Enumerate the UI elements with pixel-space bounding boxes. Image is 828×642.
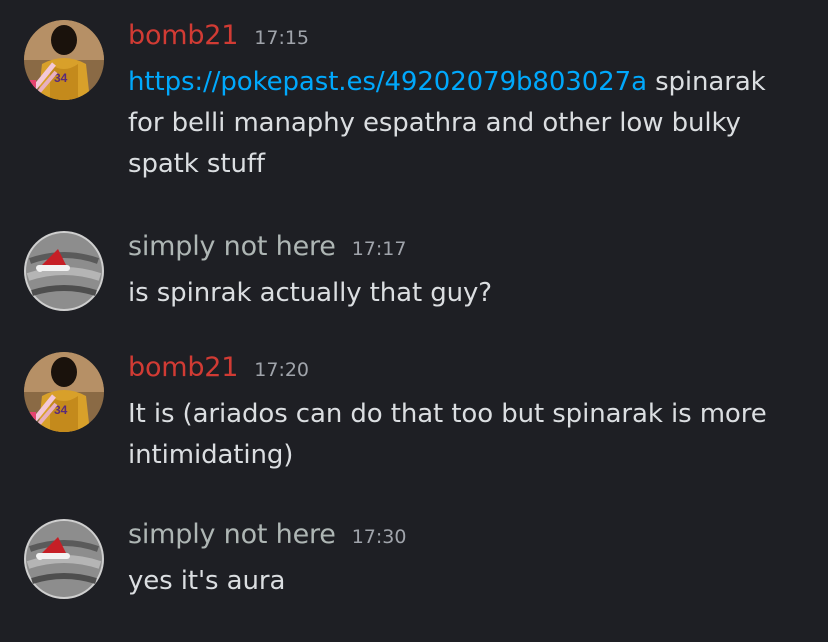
santa-hat-avatar-icon bbox=[24, 231, 104, 311]
user-avatar[interactable] bbox=[24, 231, 104, 311]
basketball-player-avatar-icon: 34 bbox=[24, 352, 104, 432]
timestamp[interactable]: 17:20 bbox=[254, 359, 309, 381]
basketball-player-avatar-icon: 34 bbox=[24, 20, 104, 100]
timestamp[interactable]: 17:17 bbox=[352, 238, 407, 260]
santa-hat-avatar-icon bbox=[24, 519, 104, 599]
user-avatar[interactable] bbox=[24, 519, 104, 599]
timestamp[interactable]: 17:15 bbox=[254, 27, 309, 49]
message-text: yes it's aura bbox=[128, 566, 286, 596]
user-avatar[interactable]: 34 bbox=[24, 20, 104, 100]
message-header: bomb21 17:15 bbox=[128, 20, 804, 56]
message-link[interactable]: https://pokepast.es/49202079b803027a bbox=[128, 67, 647, 97]
message-text: is spinrak actually that guy? bbox=[128, 278, 492, 308]
user-avatar[interactable]: 34 bbox=[24, 352, 104, 432]
message-header: simply not here 17:17 bbox=[128, 231, 804, 267]
username[interactable]: simply not here bbox=[128, 519, 336, 550]
message-text: It is (ariados can do that too but spina… bbox=[128, 399, 767, 470]
message-header: bomb21 17:20 bbox=[128, 352, 804, 388]
username[interactable]: bomb21 bbox=[128, 20, 238, 51]
timestamp[interactable]: 17:30 bbox=[352, 526, 407, 548]
username[interactable]: bomb21 bbox=[128, 352, 238, 383]
message-header: simply not here 17:30 bbox=[128, 519, 804, 555]
username[interactable]: simply not here bbox=[128, 231, 336, 262]
message-text: https://pokepast.es/49202079b803027a spi… bbox=[128, 62, 804, 185]
